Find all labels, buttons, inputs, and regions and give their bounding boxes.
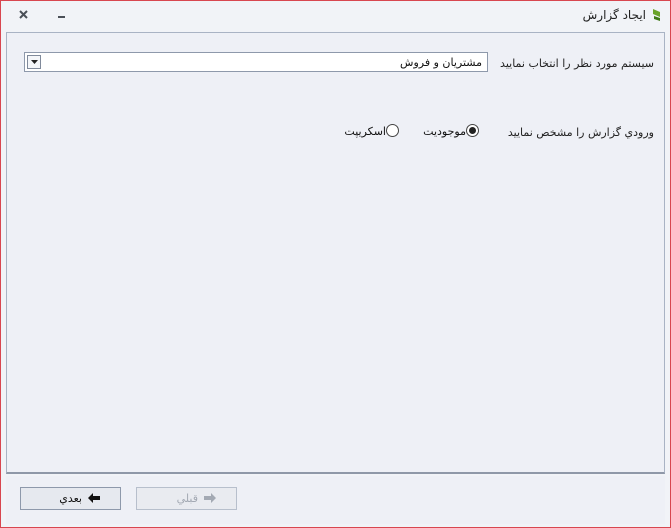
minimize-button[interactable] xyxy=(54,6,72,24)
system-select-label: سیستم مورد نظر را انتخاب نمایید xyxy=(500,57,654,70)
report-wizard-window: ایجاد گزارش سیستم مورد نظر را انتخاب نما… xyxy=(0,0,671,528)
dropdown-toggle-button[interactable] xyxy=(27,55,41,69)
previous-button[interactable]: قبلي xyxy=(136,487,237,510)
radio-script[interactable]: اسکریپت xyxy=(341,124,399,140)
wizard-content-panel: سیستم مورد نظر را انتخاب نمایید مشتریان … xyxy=(6,32,665,474)
app-logo-icon xyxy=(651,8,663,22)
close-button[interactable] xyxy=(15,6,33,24)
system-dropdown[interactable]: مشتریان و فروش xyxy=(24,52,488,72)
chevron-down-icon xyxy=(31,60,38,64)
radio-selected-dot xyxy=(469,127,476,134)
wizard-footer: بعدي قبلي xyxy=(6,476,665,524)
previous-button-label: قبلي xyxy=(176,492,198,505)
report-input-label: ورودي گزارش را مشخص نمایید xyxy=(507,126,654,139)
radio-entity[interactable]: موجودیت xyxy=(421,124,479,140)
title-bar[interactable]: ایجاد گزارش xyxy=(1,1,670,31)
arrow-left-icon xyxy=(88,493,100,506)
next-button-label: بعدي xyxy=(59,492,82,505)
system-dropdown-value: مشتریان و فروش xyxy=(400,56,482,69)
minimize-icon xyxy=(58,16,65,18)
radio-script-label: اسکریپت xyxy=(344,125,386,138)
radio-entity-circle xyxy=(466,124,479,137)
close-icon xyxy=(19,10,28,19)
radio-script-circle xyxy=(386,124,399,137)
window-title: ایجاد گزارش xyxy=(582,8,646,22)
next-button[interactable]: بعدي xyxy=(20,487,121,510)
arrow-right-icon xyxy=(204,493,216,506)
radio-entity-label: موجودیت xyxy=(423,125,466,138)
